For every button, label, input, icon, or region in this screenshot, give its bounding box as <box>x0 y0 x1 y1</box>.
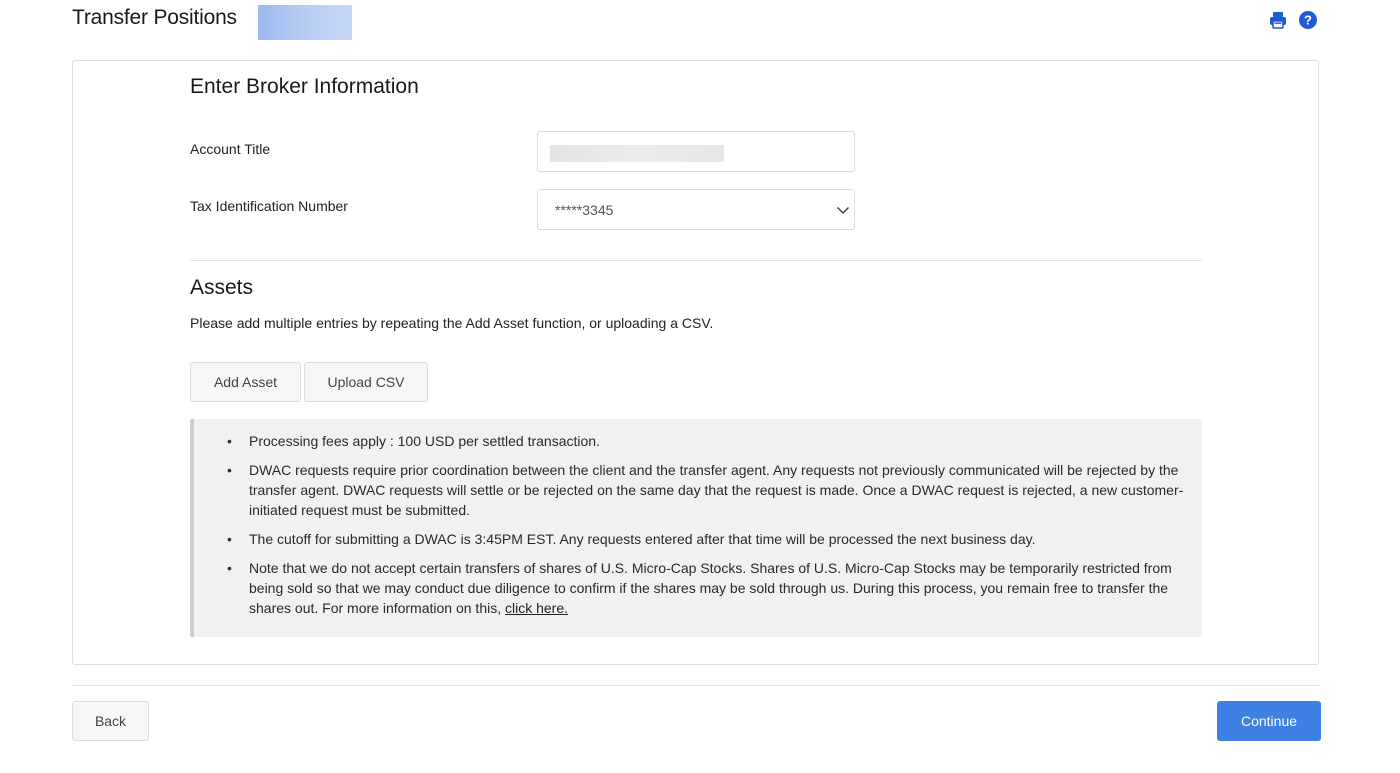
tax-id-label: Tax Identification Number <box>190 198 348 214</box>
svg-text:?: ? <box>1304 13 1312 28</box>
page: Transfer Positions ? Enter Broker Inform… <box>0 0 1400 773</box>
notice-item: Note that we do not accept certain trans… <box>227 558 1184 618</box>
continue-button[interactable]: Continue <box>1217 701 1321 741</box>
assets-description: Please add multiple entries by repeating… <box>190 315 714 331</box>
click-here-link[interactable]: click here. <box>505 600 568 616</box>
account-title-field[interactable] <box>537 131 855 172</box>
notice-item: The cutoff for submitting a DWAC is 3:45… <box>227 529 1184 549</box>
print-icon[interactable] <box>1268 10 1288 30</box>
tax-id-value: *****3345 <box>555 202 614 218</box>
notice-list: Processing fees apply : 100 USD per sett… <box>194 419 1202 618</box>
tax-id-select[interactable]: *****3345 <box>537 189 855 230</box>
help-icon[interactable]: ? <box>1298 10 1318 30</box>
footer-divider <box>72 685 1320 686</box>
redacted-account-title <box>550 145 724 162</box>
section-divider <box>190 260 1202 261</box>
back-button[interactable]: Back <box>72 701 149 741</box>
add-asset-button[interactable]: Add Asset <box>190 362 301 402</box>
upload-csv-button[interactable]: Upload CSV <box>304 362 428 402</box>
notice-item: DWAC requests require prior coordination… <box>227 460 1184 520</box>
assets-section-heading: Assets <box>190 276 254 299</box>
page-title: Transfer Positions <box>72 6 237 29</box>
notice-item: Processing fees apply : 100 USD per sett… <box>227 431 1184 451</box>
broker-section-heading: Enter Broker Information <box>190 75 419 98</box>
chevron-down-icon <box>836 203 850 217</box>
redacted-account-badge <box>258 5 352 40</box>
account-title-label: Account Title <box>190 141 271 157</box>
notice-box: Processing fees apply : 100 USD per sett… <box>190 419 1202 637</box>
